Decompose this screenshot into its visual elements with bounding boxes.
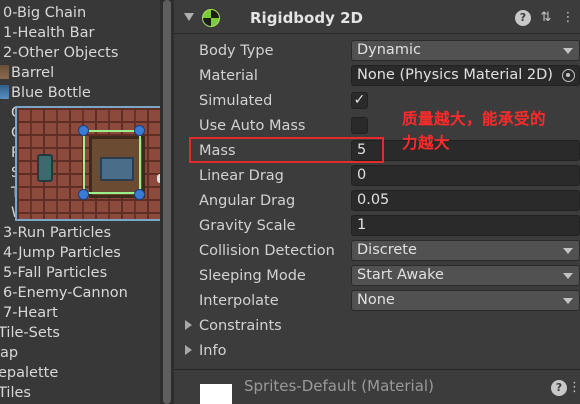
chevron-down-icon [563,48,573,54]
hierarchy-item-label: 4-Jump Particles [3,245,121,261]
collapse-arrow-icon[interactable] [184,13,194,21]
material-label: Material [199,68,258,84]
preset-settings-icon[interactable]: ⇅ [538,10,554,26]
hierarchy-item[interactable]: epalette [0,363,58,383]
interpolate-label: Interpolate [199,293,279,309]
inspector-panel: Rigidbody 2D ? ⇅ ⋮ Body Type Dynamic Mat… [174,0,580,404]
hierarchy-item[interactable]: 0-Big Chain [3,3,86,23]
component-header[interactable]: Rigidbody 2D ? ⇅ ⋮ [174,4,580,34]
material-value: None (Physics Material 2D) [357,67,553,83]
use-auto-mass-label: Use Auto Mass [199,118,306,134]
annotation-note: 质量越大，能承受的 力越大 [402,107,577,155]
angular-drag-label: Angular Drag [199,193,296,209]
hierarchy-item[interactable]: ap [0,343,18,363]
sleeping-mode-value: Start Awake [357,267,444,283]
kebab-menu-icon[interactable]: ⋮ [568,380,580,396]
chevron-down-icon [563,248,573,254]
hierarchy-item[interactable]: 3-Run Particles [3,223,111,243]
chevron-down-icon [563,273,573,279]
annotation-line-1: 质量越大，能承受的 [402,110,547,128]
material-footer-label: Sprites-Default (Material) [244,377,434,395]
linear-drag-label: Linear Drag [199,168,284,184]
sprite-icon [0,85,9,99]
interpolate-dropdown[interactable]: None [351,290,580,311]
simulated-label: Simulated [199,93,273,109]
chevron-down-icon [563,298,573,304]
help-icon[interactable]: ? [551,380,567,396]
material-field[interactable]: None (Physics Material 2D) [351,65,580,86]
sleeping-mode-dropdown[interactable]: Start Awake [351,265,580,286]
hierarchy-item[interactable]: 1-Health Bar [3,23,94,43]
bottle-sprite [37,154,53,182]
hierarchy-item[interactable]: Blue Bottle [0,83,91,103]
hierarchy-item-label: 7-Heart [3,305,58,321]
hierarchy-item-label: 5-Fall Particles [3,265,108,281]
hierarchy-item-label: 0-Big Chain [3,5,87,21]
hierarchy-scrollbar[interactable] [160,0,174,404]
hierarchy-item-label: Tile-Sets [0,325,60,341]
mass-highlight-box [189,137,384,163]
angular-drag-input[interactable]: 0.05 [351,190,580,211]
selection-outline[interactable] [83,130,141,194]
interpolate-value: None [357,292,395,308]
scrollbar-thumb[interactable] [163,0,171,404]
help-icon[interactable]: ? [515,10,531,26]
hierarchy-item-label: Blue Bottle [11,85,91,101]
hierarchy-item-label: 3-Run Particles [3,225,111,241]
annotation-line-2: 力越大 [402,134,451,152]
collision-detection-label: Collision Detection [199,243,335,259]
collision-detection-value: Discrete [357,242,417,258]
sprite-icon [0,65,9,79]
hierarchy-item-label: Tiles [0,385,31,401]
resize-handle-top-left[interactable] [78,125,89,136]
hierarchy-item[interactable]: 7-Heart [3,303,58,323]
hierarchy-item-label: ap [0,345,19,361]
resize-handle-bottom-right[interactable] [134,189,145,200]
kebab-menu-icon[interactable]: ⋮ [560,10,576,26]
simulated-checkbox[interactable]: ✓ [351,92,368,109]
sprite-preview [15,106,160,221]
gravity-scale-label: Gravity Scale [199,218,296,234]
use-auto-mass-checkbox[interactable] [351,117,368,134]
hierarchy-item-label: Barrel [11,65,55,81]
body-type-dropdown[interactable]: Dynamic [351,40,580,61]
hierarchy-item-label: 2-Other Objects [3,45,119,61]
expand-arrow-icon[interactable] [185,320,192,330]
resize-handle-top-right[interactable] [134,125,145,136]
component-title: Rigidbody 2D [250,9,363,27]
info-foldout[interactable]: Info [199,341,226,361]
material-preview-swatch [200,384,232,404]
constraints-foldout[interactable]: Constraints [199,316,282,336]
material-footer[interactable]: Sprites-Default (Material) ? ⋮ [174,370,580,404]
hierarchy-item[interactable]: 5-Fall Particles [3,263,107,283]
hierarchy-panel: 0-Big Chain 1-Health Bar 2-Other Objects… [0,0,160,404]
hierarchy-item-label: epalette [0,365,59,381]
hierarchy-item-label: 6-Enemy-Cannon [3,285,128,301]
hierarchy-item[interactable]: 4-Jump Particles [3,243,121,263]
object-picker-icon[interactable] [562,69,575,82]
rigidbody2d-icon [202,9,220,27]
body-type-label: Body Type [199,43,274,59]
collision-detection-dropdown[interactable]: Discrete [351,240,580,261]
hierarchy-item[interactable]: Tiles [0,383,31,403]
hierarchy-item[interactable]: Tile-Sets [0,323,60,343]
linear-drag-input[interactable]: 0 [351,165,580,186]
hierarchy-item[interactable]: Barrel [0,63,54,83]
gravity-scale-input[interactable]: 1 [351,215,580,236]
hierarchy-item[interactable]: 6-Enemy-Cannon [3,283,128,303]
sleeping-mode-label: Sleeping Mode [199,268,306,284]
body-type-value: Dynamic [357,42,421,58]
hierarchy-item-label: 1-Health Bar [3,25,95,41]
resize-handle-bottom-left[interactable] [78,189,89,200]
hierarchy-item[interactable]: 2-Other Objects [3,43,118,63]
expand-arrow-icon[interactable] [185,345,192,355]
